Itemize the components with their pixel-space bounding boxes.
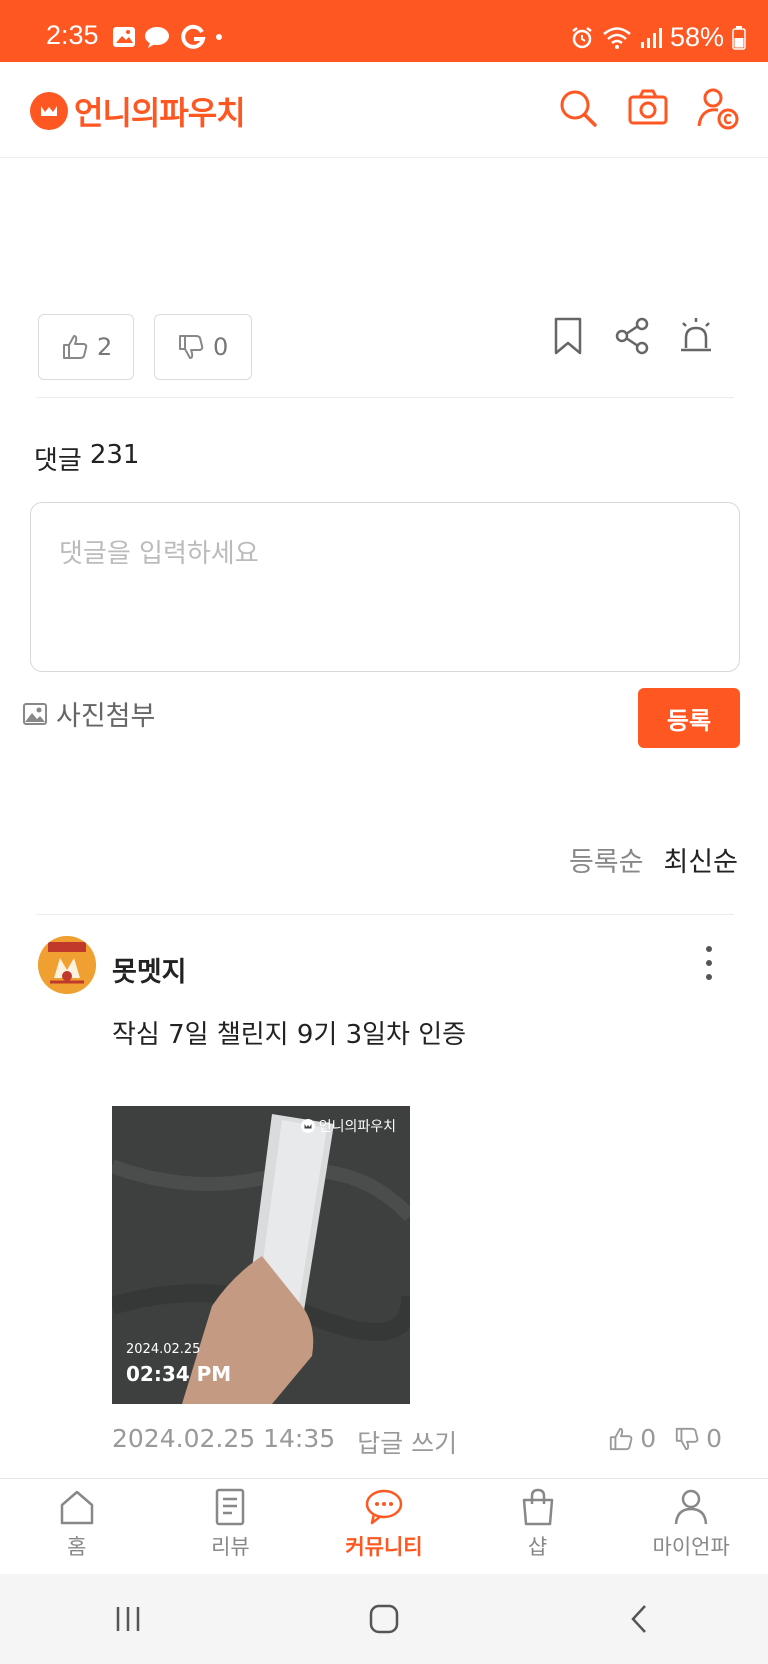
community-icon bbox=[365, 1489, 403, 1525]
comment-like-count: 0 bbox=[640, 1424, 657, 1453]
nav-item-shop[interactable]: 샵 bbox=[461, 1479, 615, 1574]
status-bar: 2:35 58% bbox=[0, 0, 768, 62]
divider bbox=[36, 397, 734, 398]
comment-meta: 2024.02.25 14:35 답글 쓰기 bbox=[112, 1424, 457, 1460]
wifi-icon bbox=[603, 26, 631, 49]
comment-votes: 0 0 bbox=[608, 1424, 722, 1453]
review-icon bbox=[216, 1488, 245, 1526]
back-icon[interactable] bbox=[622, 1601, 658, 1637]
nav-item-community[interactable]: 커뮤니티 bbox=[307, 1479, 461, 1574]
dot-icon bbox=[216, 34, 222, 40]
home-button-icon[interactable] bbox=[366, 1601, 402, 1637]
reply-button[interactable]: 답글 쓰기 bbox=[357, 1424, 457, 1460]
photo-watermark-text: 언니의파우치 bbox=[318, 1119, 396, 1135]
home-icon bbox=[60, 1490, 94, 1525]
nav-label: 커뮤니티 bbox=[345, 1535, 423, 1559]
post-dislike-count: 0 bbox=[213, 333, 229, 361]
sort-by-registration[interactable]: 등록순 bbox=[569, 840, 644, 879]
battery-icon bbox=[732, 25, 746, 50]
battery-percent: 58% bbox=[669, 22, 724, 52]
post-like-count: 2 bbox=[97, 333, 113, 361]
app-header: 언니의파우치 bbox=[0, 62, 768, 158]
thumbs-up-icon bbox=[63, 335, 88, 359]
thumbs-down-icon bbox=[179, 335, 204, 359]
logo-mark-icon bbox=[30, 92, 68, 130]
nav-item-my[interactable]: 마이언파 bbox=[614, 1479, 768, 1574]
app-logo[interactable]: 언니의파우치 bbox=[30, 88, 246, 134]
comment-dislike-button[interactable]: 0 bbox=[674, 1424, 722, 1453]
post-like-button[interactable]: 2 bbox=[38, 314, 134, 380]
post-vote-row: 2 0 bbox=[38, 314, 252, 380]
logo-mark-icon bbox=[300, 1119, 315, 1133]
comment-author[interactable]: 못멧지 bbox=[112, 950, 187, 989]
sort-by-latest[interactable]: 최신순 bbox=[663, 840, 738, 879]
g-icon bbox=[181, 24, 206, 49]
nav-item-home[interactable]: 홈 bbox=[0, 1479, 154, 1574]
camera-icon[interactable] bbox=[626, 86, 670, 130]
photo-icon bbox=[23, 702, 47, 725]
status-time: 2:35 bbox=[46, 20, 99, 50]
logo-text: 언니의파우치 bbox=[74, 94, 246, 132]
chat-bubble-icon bbox=[145, 27, 169, 48]
shop-icon bbox=[522, 1488, 553, 1526]
post-action-icons bbox=[550, 316, 714, 356]
comment-dislike-count: 0 bbox=[706, 1424, 722, 1453]
system-status-icons: 58% bbox=[570, 22, 746, 53]
thumbs-up-icon bbox=[610, 1427, 633, 1450]
comment-timestamp: 2024.02.25 14:35 bbox=[112, 1424, 336, 1453]
photo-attach-button[interactable]: 사진첨부 bbox=[22, 694, 155, 733]
bookmark-icon[interactable] bbox=[550, 316, 586, 356]
photo-watermark: 언니의파우치 bbox=[300, 1116, 396, 1136]
system-nav-bar bbox=[0, 1574, 768, 1664]
comment-label: 댓글 bbox=[34, 446, 82, 476]
nav-label: 샵 bbox=[527, 1535, 548, 1559]
search-icon[interactable] bbox=[556, 86, 600, 130]
nav-label: 리뷰 bbox=[211, 1535, 250, 1559]
image-icon bbox=[113, 27, 135, 47]
comment-like-button[interactable]: 0 bbox=[608, 1424, 656, 1453]
divider bbox=[36, 914, 734, 915]
comment-text: 작심 7일 챌린지 9기 3일차 인증 bbox=[112, 1020, 467, 1050]
photo-time: 02:34 PM bbox=[126, 1362, 232, 1386]
thumbs-down-icon bbox=[675, 1427, 699, 1450]
photo-attach-label: 사진첨부 bbox=[56, 701, 156, 732]
nav-item-review[interactable]: 리뷰 bbox=[154, 1479, 308, 1574]
alert-icon[interactable] bbox=[678, 316, 714, 356]
user-coin-icon[interactable] bbox=[696, 86, 740, 130]
comment-photo[interactable]: 언니의파우치 2024.02.25 02:34 PM bbox=[112, 1106, 410, 1404]
comment-input[interactable]: 댓글을 입력하세요 bbox=[30, 502, 740, 672]
post-dislike-button[interactable]: 0 bbox=[154, 314, 252, 380]
sort-options: 등록순 최신순 bbox=[569, 840, 738, 879]
signal-icon bbox=[640, 27, 662, 48]
avatar[interactable] bbox=[38, 936, 96, 994]
share-icon[interactable] bbox=[614, 316, 650, 356]
profile-icon bbox=[674, 1489, 708, 1525]
nav-label: 마이언파 bbox=[652, 1535, 730, 1559]
alarm-icon bbox=[572, 26, 592, 48]
bottom-nav: 홈 리뷰 커뮤니티 샵 마이언파 bbox=[0, 1478, 768, 1574]
comment-count-heading: 댓글 231 bbox=[34, 440, 139, 477]
header-actions bbox=[556, 86, 740, 130]
nav-label: 홈 bbox=[67, 1535, 87, 1559]
photo-date: 2024.02.25 bbox=[126, 1342, 201, 1357]
recent-apps-icon[interactable] bbox=[110, 1601, 146, 1637]
comment-count: 231 bbox=[89, 440, 140, 470]
notification-icons bbox=[112, 24, 224, 50]
submit-comment-button[interactable]: 등록 bbox=[638, 688, 740, 748]
more-options-icon[interactable] bbox=[704, 946, 714, 980]
